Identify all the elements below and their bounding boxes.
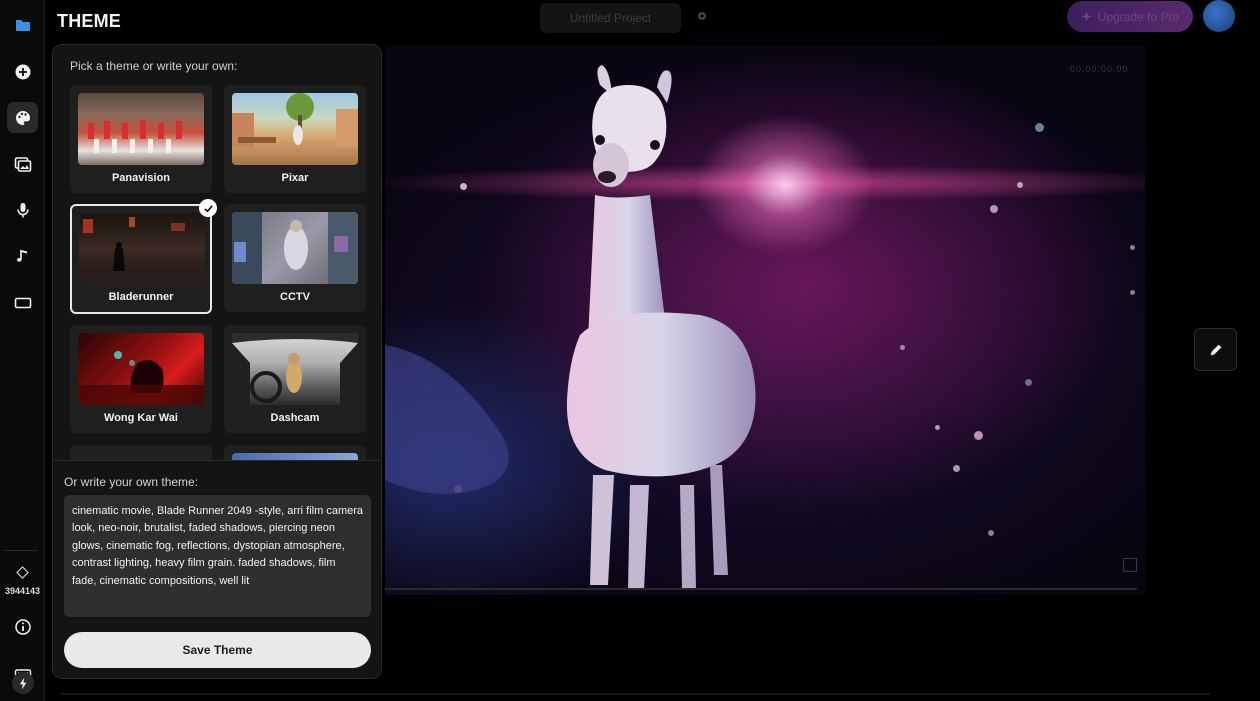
theme-thumbnail (78, 333, 204, 405)
llama-image (385, 65, 756, 590)
avatar[interactable] (1203, 0, 1235, 32)
music-note-icon (16, 249, 27, 262)
theme-thumbnail (232, 212, 358, 284)
save-theme-button[interactable]: Save Theme (64, 632, 371, 668)
theme-thumbnail (78, 93, 204, 165)
theme-card-partial[interactable] (70, 445, 212, 461)
theme-prompt: Pick a theme or write your own: (70, 59, 238, 73)
selected-check-icon (199, 199, 217, 217)
theme-panel: Pick a theme or write your own: Panavisi… (52, 44, 382, 679)
left-sidebar: 3944143 (0, 0, 45, 701)
upgrade-button[interactable]: Upgrade to Pro (1067, 1, 1193, 32)
sidebar-item-music[interactable] (7, 240, 38, 271)
microphone-icon (16, 202, 29, 217)
fullscreen-icon[interactable] (1123, 558, 1137, 572)
theme-card-label: Wong Kar Wai (104, 412, 178, 424)
theme-card-label: Pixar (281, 172, 309, 184)
sidebar-item-projects[interactable] (7, 9, 38, 40)
boost-button[interactable] (12, 672, 34, 694)
lightning-icon (19, 677, 26, 689)
theme-card-partial[interactable] (224, 445, 366, 461)
wong-kar-wai-preview (78, 351, 204, 405)
sidebar-item-aspect-ratio[interactable] (7, 287, 38, 318)
theme-card-pixar[interactable]: Pixar (224, 85, 366, 193)
timecode: 00:00:00:00 (1070, 64, 1129, 74)
theme-card-label: Dashcam (270, 412, 320, 424)
pixar-preview (232, 93, 358, 147)
custom-theme-section: Or write your own theme: cinematic movie… (53, 460, 381, 678)
theme-card-dashcam[interactable]: Dashcam (224, 325, 366, 433)
video-preview[interactable] (385, 45, 1145, 595)
project-name-field[interactable]: Untitled Project (540, 3, 681, 33)
cctv-preview (232, 212, 358, 284)
palette-icon (15, 110, 30, 125)
theme-card-panavision[interactable]: Panavision (70, 85, 212, 193)
sidebar-item-media[interactable] (7, 148, 38, 179)
folder-icon (15, 19, 30, 31)
theme-card-label: CCTV (280, 291, 310, 303)
custom-theme-input[interactable]: cinematic movie, Blade Runner 2049 -styl… (64, 495, 371, 617)
theme-thumbnail (79, 213, 205, 285)
sidebar-item-voice[interactable] (7, 194, 38, 225)
bladerunner-preview (79, 217, 205, 285)
theme-grid: Panavision Pixar Bladerunner CCTV Wong K… (53, 81, 381, 461)
upgrade-label: Upgrade to Pro (1097, 9, 1180, 24)
theme-card-bladerunner[interactable]: Bladerunner (70, 204, 212, 314)
theme-thumbnail (232, 93, 358, 165)
info-button[interactable] (7, 611, 38, 642)
page-title: THEME (57, 11, 121, 31)
info-icon (14, 618, 31, 635)
pencil-icon (1210, 344, 1221, 355)
sparkle-icon (1080, 11, 1092, 22)
gear-icon[interactable] (695, 9, 709, 23)
timeline-track[interactable] (60, 693, 1210, 695)
aspect-ratio-icon (14, 297, 31, 308)
sidebar-item-theme[interactable] (7, 102, 38, 133)
dashcam-preview (232, 333, 358, 405)
theme-card-wong-kar-wai[interactable]: Wong Kar Wai (70, 325, 212, 433)
theme-thumbnail (232, 333, 358, 405)
theme-card-cctv[interactable]: CCTV (224, 204, 366, 312)
images-icon (14, 156, 31, 172)
theme-card-label: Bladerunner (108, 291, 174, 303)
credits-value: 3944143 (4, 586, 41, 596)
diamond-icon (16, 566, 29, 579)
custom-theme-label: Or write your own theme: (64, 475, 199, 489)
sidebar-item-create[interactable] (7, 56, 38, 87)
sidebar-divider (4, 550, 38, 551)
panavision-preview (88, 120, 182, 153)
edit-button[interactable] (1194, 328, 1237, 371)
plus-circle-icon (15, 64, 30, 79)
playback-progress-bar[interactable] (385, 588, 1137, 590)
credits-counter: 3944143 (0, 566, 45, 596)
theme-card-label: Panavision (111, 172, 171, 184)
